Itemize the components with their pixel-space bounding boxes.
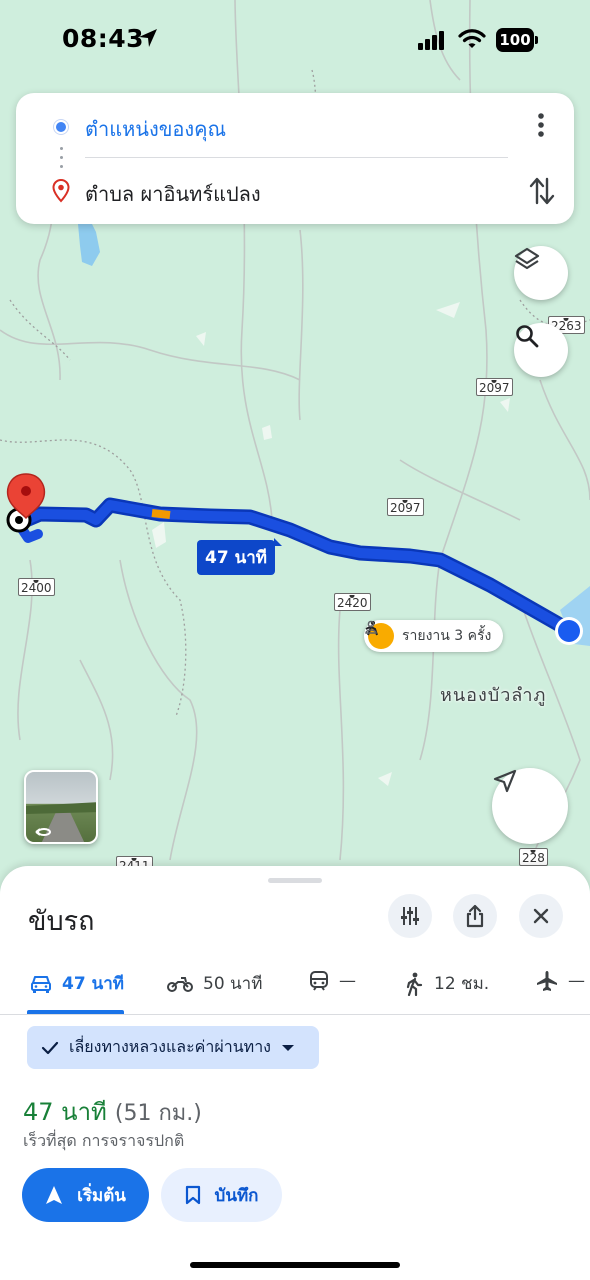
search-icon [516,325,539,348]
summary-distance: (51 กม.) [114,1101,202,1126]
tune-icon [401,907,419,925]
more-vert-icon[interactable] [529,111,553,139]
tab-transit-label: — [339,971,356,991]
swap-icon[interactable] [528,175,556,207]
destination-field[interactable]: ตำบล ผาอินทร์แปลง [85,178,261,210]
home-indicator[interactable] [190,1262,400,1268]
land-patch [262,425,272,440]
route-card: ตำแหน่งของคุณ ตำบล ผาอินทร์แปลง [16,93,574,224]
battery-icon: 100 [496,28,538,52]
navigate-icon [493,769,517,793]
signal-icon [418,31,444,50]
route-outline [18,497,568,633]
wifi-icon [458,29,486,48]
save-button[interactable]: บันทึก [161,1168,282,1222]
land-patch [500,398,510,412]
navigate-icon [46,1186,63,1204]
route-duration-badge[interactable]: 47 นาที [197,538,282,575]
save-button-label: บันทึก [214,1185,259,1206]
destination-pin-icon [52,179,70,203]
sheet-grabber[interactable] [268,878,322,883]
flight-icon [537,971,557,991]
car-icon [31,975,51,993]
traffic-report-chip[interactable]: รายงาน 3 ครั้ง [364,620,504,652]
destination-target-center [15,516,23,524]
tab-walk-label: 12 ชม. [434,974,490,994]
streetview-image [26,802,96,842]
layers-button[interactable] [514,246,568,300]
recenter-button[interactable] [492,768,568,844]
share-button[interactable] [453,894,497,938]
route-summary[interactable]: 47 นาที (51 กม.) [23,1092,202,1131]
origin-field[interactable]: ตำแหน่งของคุณ [85,113,226,145]
status-time: 08:43 [62,24,145,53]
route-line[interactable] [21,500,565,630]
divider [85,157,508,158]
close-icon [533,908,549,924]
share-icon [466,904,484,928]
walk-icon [406,972,423,996]
start-button[interactable]: เริ่มต้น [22,1168,149,1222]
directions-sheet[interactable]: ขับรถ 47 นาที 50 นาที — 12 ชม. — เลี่ยงท… [0,866,590,1280]
avoid-highways-chip[interactable]: เลี่ยงทางหลวงและค่าผ่านทาง [27,1026,319,1069]
person-icon [365,620,377,634]
route-options-button[interactable] [388,894,432,938]
place-label: หนองบัวลำภู [440,685,547,706]
land-patch [152,522,166,548]
tab-walk[interactable]: 12 ชม. [404,970,489,997]
tab-transit[interactable]: — [309,970,356,992]
train-icon [310,971,328,991]
origin-dot-icon [54,120,68,134]
caret-down-icon [282,1044,294,1051]
sheet-title: ขับรถ [28,906,95,937]
tab-flight-label: — [568,971,585,991]
motorbike-icon [167,976,193,992]
status-bar: 08:43 100 [0,0,590,80]
origin-marker[interactable] [558,620,580,642]
tab-drive-label: 47 นาที [62,974,124,994]
close-button[interactable] [519,894,563,938]
road-shield: 2400 [18,578,55,596]
water-body [78,220,100,266]
active-tab-indicator [27,1010,124,1014]
start-button-label: เริ่มต้น [77,1185,126,1206]
road-shield: 228 [519,848,548,866]
tab-motorbike-label: 50 นาที [203,974,263,994]
map-search-button[interactable] [514,323,568,377]
avoid-chip-label: เลี่ยงทางหลวงและค่าผ่านทาง [69,1037,271,1056]
report-text: รายงาน 3 ครั้ง [402,628,492,644]
road-shield: 2097 [476,378,513,396]
streetview-thumbnail[interactable] [24,770,98,844]
battery-level: 100 [496,28,534,52]
land-patch [378,772,392,786]
travel-mode-tabs: 47 นาที 50 นาที — 12 ชม. — [0,958,590,1015]
land-patch [436,302,460,318]
land-patch [196,332,206,346]
route-description: เร็วที่สุด การจราจรปกติ [23,1131,185,1150]
route-connector [60,147,64,173]
layers-icon [514,247,540,270]
location-arrow-icon [139,29,157,47]
traffic-segment [151,509,171,519]
check-icon [41,1041,59,1054]
road-shield: 2420 [334,593,371,611]
bookmark-icon [185,1185,200,1205]
road-shield: 2097 [387,498,424,516]
tab-drive[interactable]: 47 นาที [30,970,124,997]
tab-motorbike[interactable]: 50 นาที [167,970,262,997]
summary-duration: 47 นาที [23,1098,107,1126]
tab-flight[interactable]: — [536,970,585,992]
